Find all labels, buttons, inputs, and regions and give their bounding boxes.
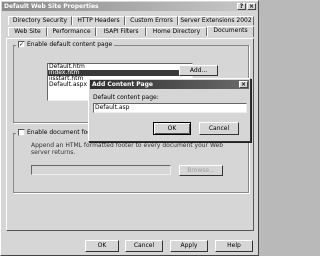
- dialog-close-button[interactable]: ×: [239, 81, 248, 88]
- footer-checkbox[interactable]: [18, 129, 25, 136]
- dialog-cancel-button[interactable]: Cancel: [199, 122, 239, 135]
- help-title-button[interactable]: ?: [237, 3, 246, 10]
- help-button[interactable]: Help: [215, 240, 253, 252]
- add-button[interactable]: Add...: [179, 65, 218, 76]
- tab-directory-security[interactable]: Directory Security: [8, 16, 72, 25]
- tab-performance[interactable]: Performance: [47, 27, 96, 36]
- dialog-ok-button[interactable]: OK: [153, 122, 191, 135]
- default-content-checkbox[interactable]: ✓: [18, 41, 25, 48]
- footer-description: Append an HTML formatted footer to every…: [31, 142, 224, 156]
- default-content-page-input[interactable]: Default.asp: [93, 103, 247, 113]
- tab-server-extensions[interactable]: Server Extensions 2002: [178, 16, 254, 25]
- ok-button[interactable]: OK: [85, 240, 119, 252]
- dialog-field-label: Default content page:: [93, 94, 159, 101]
- dialog-title-bar[interactable]: Add Content Page ×: [90, 80, 249, 89]
- default-content-label: Enable default content page: [27, 41, 113, 48]
- title-bar[interactable]: Default Web Site Properties ? ×: [2, 2, 258, 11]
- cancel-button[interactable]: Cancel: [125, 240, 163, 252]
- window-title: Default Web Site Properties: [4, 3, 99, 10]
- tab-web-site[interactable]: Web Site: [8, 27, 47, 36]
- tab-isapi-filters[interactable]: ISAPI Filters: [96, 27, 146, 36]
- default-content-legend[interactable]: ✓ Enable default content page: [16, 41, 115, 49]
- dialog-title: Add Content Page: [92, 81, 153, 88]
- footer-path-field[interactable]: [31, 165, 171, 175]
- apply-button[interactable]: Apply: [170, 240, 208, 252]
- tab-documents[interactable]: Documents: [207, 26, 254, 37]
- tab-custom-errors[interactable]: Custom Errors: [125, 16, 178, 25]
- browse-button[interactable]: Browse...: [179, 165, 223, 176]
- close-title-button[interactable]: ×: [247, 3, 256, 10]
- add-content-page-dialog: Add Content Page × Default content page:…: [88, 78, 251, 142]
- tab-http-headers[interactable]: HTTP Headers: [72, 16, 125, 25]
- tab-home-directory[interactable]: Home Directory: [146, 27, 207, 36]
